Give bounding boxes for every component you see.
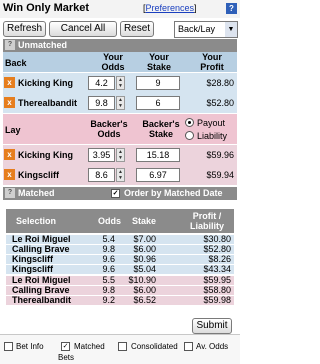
- matched-row: Le Roi Miguel 5.5 $10.90 $59.95: [6, 276, 234, 285]
- cancel-bet-icon[interactable]: x: [4, 149, 15, 160]
- liability-value: $59.94: [206, 170, 234, 180]
- odds-input[interactable]: 3.95: [88, 148, 115, 162]
- back-col-odds: Your Odds: [101, 52, 125, 72]
- consolidated-label: Consolidated: [131, 342, 178, 351]
- matched-row: Kingscliff 9.6 $5.04 $43.34: [6, 265, 234, 274]
- av-odds-label: Av. Odds: [196, 342, 229, 351]
- back-col-stake: Your Stake: [146, 52, 172, 72]
- matched-section-header: ? Matched ✓ Order by Matched Date: [3, 187, 237, 200]
- matched-row: Therealbandit 9.2 $6.52 $59.98: [6, 296, 234, 305]
- chevron-down-icon: ▼: [225, 22, 237, 37]
- submit-button[interactable]: Submit: [192, 318, 232, 334]
- cancel-bet-icon[interactable]: x: [4, 97, 15, 108]
- unmatched-back-row: x Kicking King 4.2 ▲ ▼ 9 $28.80: [3, 73, 237, 93]
- order-by-date-checkbox[interactable]: ✓: [111, 189, 120, 198]
- unmatched-back-row: x Therealbandit 9.8 ▲ ▼ 6 $52.80: [3, 93, 237, 113]
- order-by-date-label: Order by Matched Date: [124, 188, 223, 198]
- payout-label: Payout: [197, 118, 226, 128]
- stake-input[interactable]: 9: [136, 76, 180, 90]
- stake-input[interactable]: 15.18: [136, 148, 180, 162]
- matched-bets-label: Matched: [74, 342, 105, 351]
- collapse-toggle-icon[interactable]: ?: [5, 188, 15, 198]
- matched-bets-checkbox[interactable]: ✓: [61, 342, 70, 351]
- unmatched-lay-row: x Kingscliff 8.6 ▲ ▼ 6.97 $59.94: [3, 165, 237, 185]
- odds-spinner[interactable]: ▲ ▼: [116, 168, 125, 182]
- consolidated-checkbox[interactable]: [118, 342, 127, 351]
- liability-value: $59.96: [206, 150, 234, 160]
- view-select-value: Back/Lay: [178, 24, 216, 34]
- preferences-bracket-close: ]: [194, 3, 197, 13]
- odds-spinner[interactable]: ▲ ▼: [116, 148, 125, 162]
- refresh-button[interactable]: Refresh: [3, 21, 46, 37]
- liability-radio[interactable]: [185, 131, 194, 140]
- lay-label: Lay: [5, 125, 21, 135]
- lay-col-stake: Backer's Stake: [142, 119, 180, 139]
- footer-options: Bet Info ✓ Matched Bets Consolidated Av.…: [0, 334, 240, 364]
- lay-col-odds: Backer's Odds: [90, 119, 128, 139]
- cancel-bet-icon[interactable]: x: [4, 169, 15, 180]
- back-label: Back: [5, 58, 27, 68]
- bet-info-checkbox[interactable]: [4, 342, 13, 351]
- col-odds: Odds: [98, 216, 122, 226]
- help-icon[interactable]: ?: [226, 3, 237, 14]
- av-odds-checkbox[interactable]: [184, 342, 193, 351]
- back-col-profit: Your Profit: [200, 52, 224, 72]
- odds-input[interactable]: 4.2: [88, 76, 115, 90]
- col-selection: Selection: [16, 216, 57, 226]
- preferences-link-wrap: [Preferences]: [143, 3, 197, 13]
- lay-header: Lay Backer's Odds Backer's Stake Payout Li…: [3, 114, 237, 144]
- reset-button[interactable]: Reset: [120, 21, 154, 37]
- matched-bets-label-2: Bets: [58, 353, 75, 362]
- col-stake: Stake: [132, 216, 157, 226]
- odds-spinner[interactable]: ▲ ▼: [116, 76, 125, 90]
- market-title: Win Only Market: [3, 2, 90, 14]
- view-select[interactable]: Back/Lay ▼: [174, 21, 238, 38]
- matched-table-header: Selection Odds Stake Profit / Liability: [6, 209, 234, 233]
- stake-input[interactable]: 6.97: [136, 168, 180, 182]
- selection-name: Kingscliff: [18, 170, 60, 180]
- selection-name: Kicking King: [18, 78, 74, 88]
- title-bar: Win Only Market [Preferences] ?: [0, 0, 240, 18]
- cancel-all-button[interactable]: Cancel All: [49, 21, 117, 37]
- profit-value: $28.80: [206, 78, 234, 88]
- odds-spinner[interactable]: ▲ ▼: [116, 96, 125, 110]
- bet-info-label: Bet Info: [16, 342, 44, 351]
- preferences-link[interactable]: Preferences: [146, 3, 195, 13]
- matched-row: Calling Brave 9.8 $6.00 $58.80: [6, 286, 234, 295]
- selection-name: Therealbandit: [18, 98, 78, 108]
- odds-input[interactable]: 9.8: [88, 96, 115, 110]
- unmatched-lay-row: x Kicking King 3.95 ▲ ▼ 15.18 $59.96: [3, 145, 237, 165]
- stake-input[interactable]: 6: [136, 96, 180, 110]
- selection-name: Kicking King: [18, 150, 74, 160]
- matched-row: Le Roi Miguel 5.4 $7.00 $30.80: [6, 235, 234, 244]
- col-profit-liability: Profit / Liability: [189, 211, 224, 231]
- odds-input[interactable]: 8.6: [88, 168, 115, 182]
- liability-label: Liability: [197, 131, 228, 141]
- back-header: Back Your Odds Your Stake Your Profit: [3, 52, 237, 72]
- matched-title: Matched: [18, 188, 55, 198]
- cancel-bet-icon[interactable]: x: [4, 77, 15, 88]
- unmatched-title: Unmatched: [18, 40, 68, 50]
- profit-value: $52.80: [206, 98, 234, 108]
- collapse-toggle-icon[interactable]: ?: [5, 40, 15, 50]
- matched-row: Kingscliff 9.6 $0.96 $8.26: [6, 255, 234, 264]
- matched-row: Calling Brave 9.8 $6.00 $52.80: [6, 245, 234, 254]
- payout-radio[interactable]: [185, 118, 194, 127]
- unmatched-section-header: ? Unmatched: [3, 39, 237, 52]
